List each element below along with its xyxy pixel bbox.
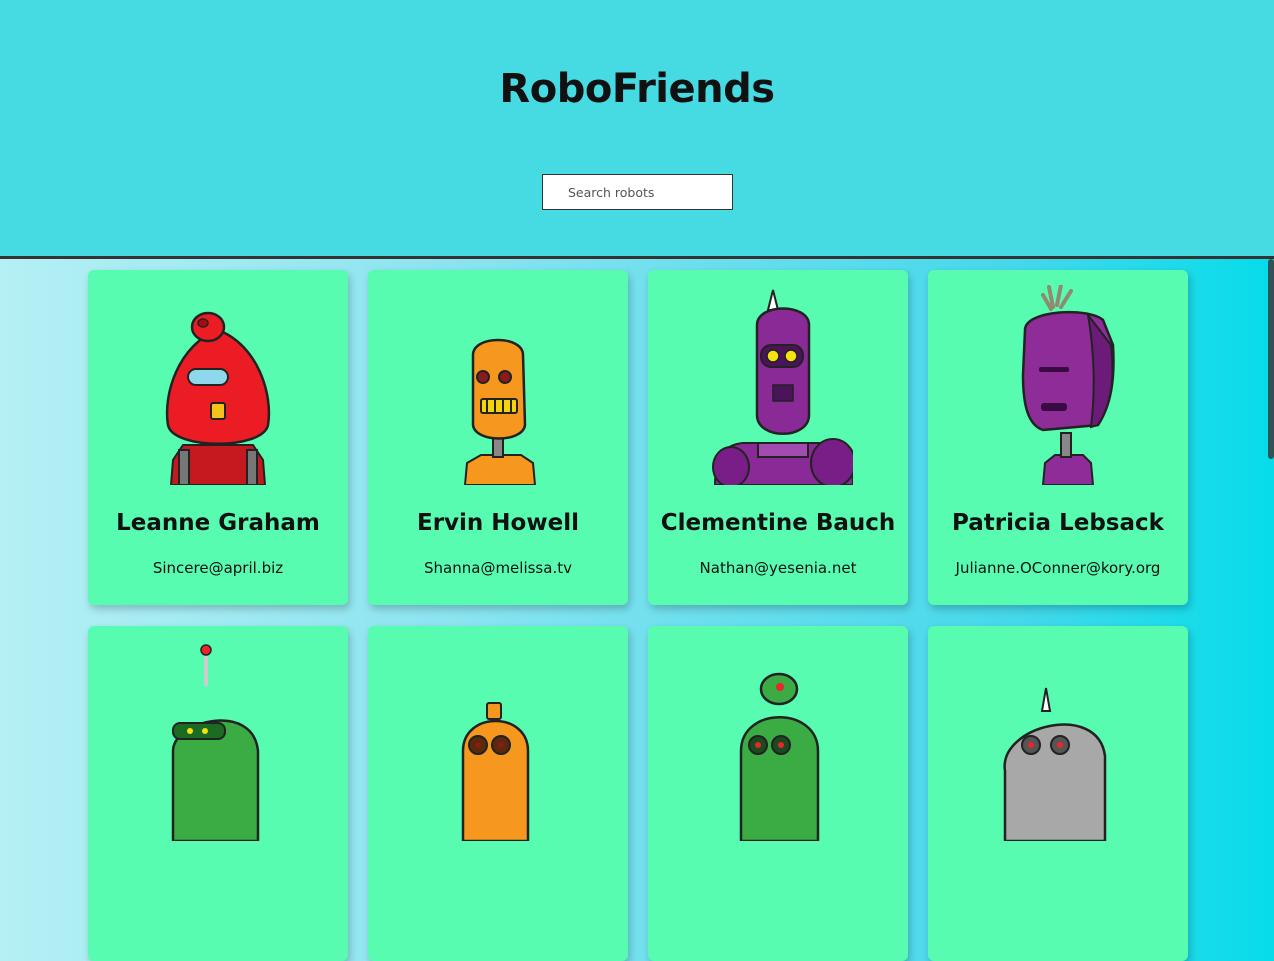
- card-list[interactable]: Leanne Graham Sincere@april.biz Ervin Ho…: [0, 259, 1274, 961]
- robot-card[interactable]: Clementine Bauch Nathan@yesenia.net: [648, 270, 908, 605]
- robot-name: Clementine Bauch: [660, 510, 896, 536]
- header: RoboFriends: [0, 0, 1274, 259]
- robot-card[interactable]: Leanne Graham Sincere@april.biz: [88, 270, 348, 605]
- green-robot-icon: [171, 644, 260, 841]
- robot-card[interactable]: [928, 626, 1188, 961]
- orange-robot-icon: [461, 702, 530, 841]
- robot-card[interactable]: [368, 626, 628, 961]
- robot-card[interactable]: Ervin Howell Shanna@melissa.tv: [368, 270, 628, 605]
- robot-email: Shanna@melissa.tv: [424, 559, 572, 577]
- robot-name: Ervin Howell: [417, 510, 579, 536]
- orange-robot-icon: [463, 338, 537, 485]
- purple-robot-icon: [712, 289, 853, 485]
- robot-card[interactable]: [88, 626, 348, 961]
- gray-robot-icon: [1003, 687, 1107, 841]
- robot-name: Patricia Lebsack: [952, 510, 1164, 536]
- robot-card[interactable]: Patricia Lebsack Julianne.OConner@kory.o…: [928, 270, 1188, 605]
- robot-email: Julianne.OConner@kory.org: [955, 559, 1161, 577]
- robot-email: Sincere@april.biz: [152, 559, 284, 577]
- green-robot-icon: [739, 672, 820, 841]
- scrollbar[interactable]: [1268, 259, 1274, 459]
- page-title: RoboFriends: [499, 66, 775, 112]
- robot-card[interactable]: [648, 626, 908, 961]
- robot-name: Leanne Graham: [116, 510, 320, 536]
- red-robot-icon: [165, 311, 271, 485]
- robot-email: Nathan@yesenia.net: [699, 559, 857, 577]
- search-input[interactable]: [542, 174, 733, 210]
- purple-robot-icon: [1021, 285, 1115, 485]
